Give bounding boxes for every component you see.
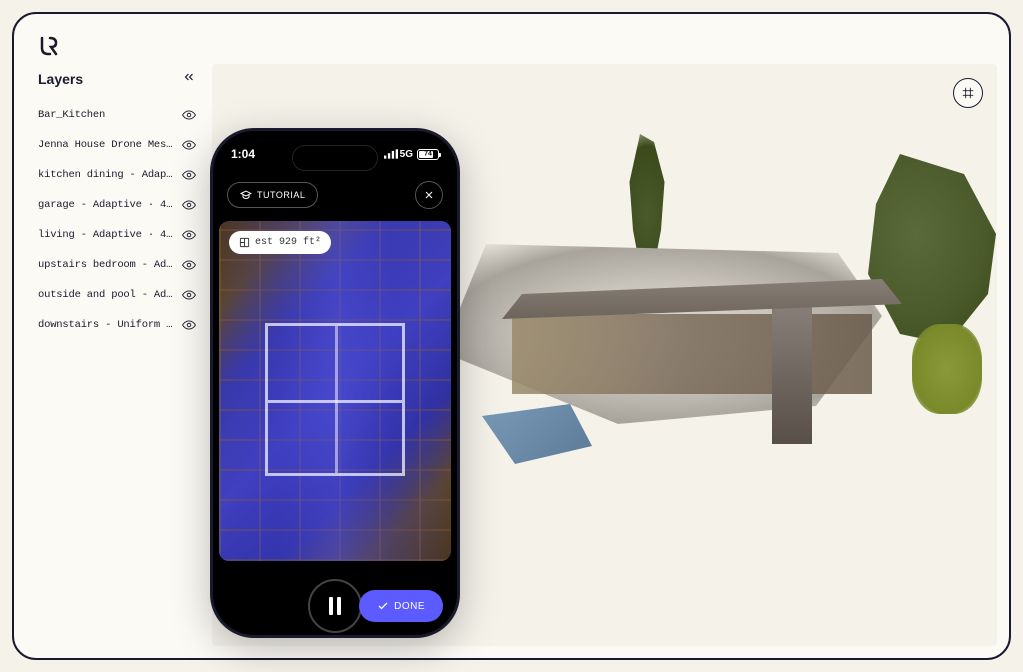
scene-mesh [462, 124, 982, 604]
camera-view[interactable]: est 929 ft² [219, 221, 451, 561]
battery-icon: 74 [417, 149, 439, 160]
layer-item[interactable]: outside and pool - Adap… [28, 280, 204, 310]
area-estimate-text: est 929 ft² [255, 237, 321, 248]
eye-icon[interactable] [182, 168, 196, 182]
window-detected [265, 323, 404, 476]
eye-icon[interactable] [182, 228, 196, 242]
status-time: 1:04 [231, 147, 255, 161]
layer-item[interactable]: living - Adaptive · 40%… [28, 220, 204, 250]
layer-label: Bar_Kitchen [38, 109, 176, 121]
layer-item[interactable]: downstairs - Uniform · … [28, 310, 204, 340]
close-button[interactable] [415, 181, 443, 209]
layer-label: garage - Adaptive · 40%… [38, 199, 176, 211]
eye-icon[interactable] [182, 198, 196, 212]
layer-label: kitchen dining - Adapti… [38, 169, 176, 181]
layer-label: upstairs bedroom - Adap… [38, 259, 176, 271]
dynamic-island [292, 145, 378, 171]
pause-button[interactable] [308, 579, 362, 633]
layers-header: Layers [28, 66, 204, 100]
layer-item[interactable]: kitchen dining - Adapti… [28, 160, 204, 190]
eye-icon[interactable] [182, 288, 196, 302]
layer-item[interactable]: Bar_Kitchen [28, 100, 204, 130]
layer-label: living - Adaptive · 40%… [38, 229, 176, 241]
layer-item[interactable]: upstairs bedroom - Adap… [28, 250, 204, 280]
eye-icon[interactable] [182, 258, 196, 272]
collapse-sidebar-button[interactable] [182, 70, 196, 88]
area-estimate-badge: est 929 ft² [229, 231, 331, 254]
layers-panel: Layers Bar_Kitchen Jenna House Drone Mesh… [28, 66, 204, 340]
check-icon [377, 600, 389, 612]
app-logo [38, 34, 62, 58]
network-label: 5G [400, 149, 413, 160]
eye-icon[interactable] [182, 138, 196, 152]
layer-item[interactable]: Jenna House Drone Mesh … [28, 130, 204, 160]
app-frame: Layers Bar_Kitchen Jenna House Drone Mesh… [12, 12, 1011, 660]
graduation-cap-icon [240, 189, 252, 201]
tree-mesh [912, 324, 982, 414]
tutorial-button[interactable]: TUTORIAL [227, 182, 318, 208]
grid-toggle-button[interactable] [953, 78, 983, 108]
done-label: DONE [394, 601, 425, 612]
layers-title: Layers [38, 71, 83, 87]
layer-label: Jenna House Drone Mesh … [38, 139, 176, 151]
phone-mockup: 1:04 5G 74 TUTORIAL est 929 ft² [210, 128, 460, 638]
signal-icon [384, 149, 398, 159]
floorplan-icon [239, 237, 250, 248]
close-icon [423, 189, 435, 201]
layer-item[interactable]: garage - Adaptive · 40%… [28, 190, 204, 220]
tutorial-label: TUTORIAL [257, 190, 305, 200]
done-button[interactable]: DONE [359, 590, 443, 622]
eye-icon[interactable] [182, 108, 196, 122]
layer-label: outside and pool - Adap… [38, 289, 176, 301]
layer-label: downstairs - Uniform · … [38, 319, 176, 331]
battery-pct: 74 [424, 151, 432, 158]
eye-icon[interactable] [182, 318, 196, 332]
pause-icon [329, 597, 341, 615]
